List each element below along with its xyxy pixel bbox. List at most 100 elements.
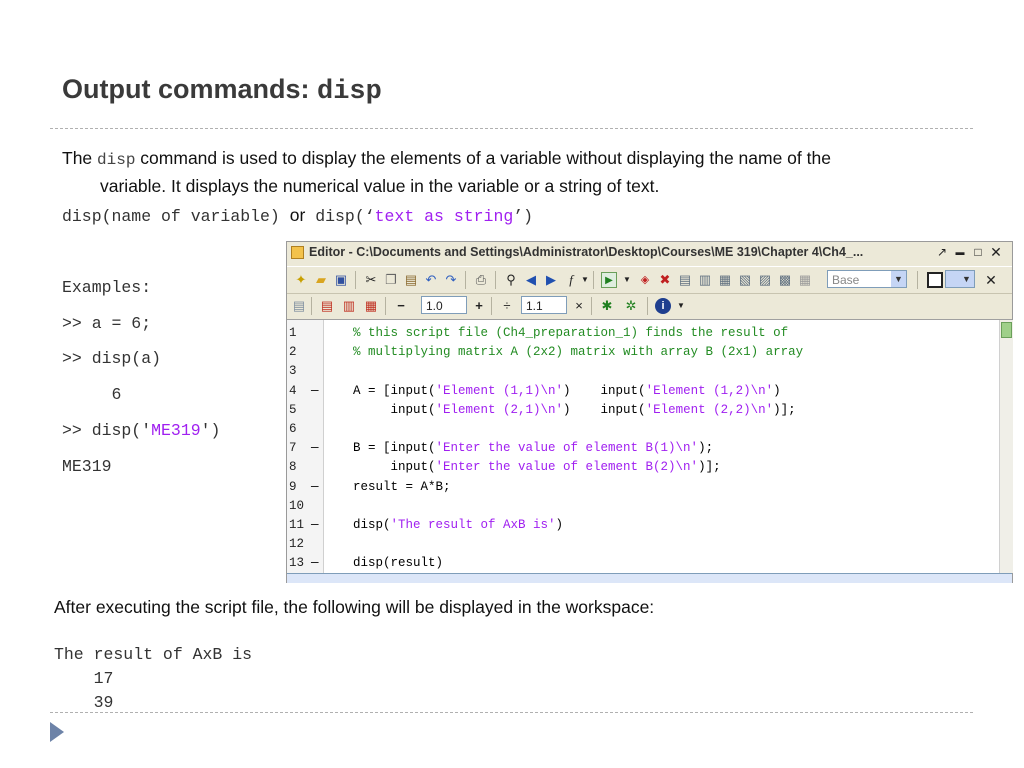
minimize-icon[interactable]: ▬ (953, 245, 967, 259)
close-document-icon[interactable]: ✕ (983, 272, 999, 288)
code-token: disp( (353, 518, 391, 532)
run-icon[interactable]: ▶ (601, 272, 617, 288)
code-token: ) (773, 383, 781, 398)
horizontal-scrollbar[interactable] (287, 573, 1012, 583)
save-icon[interactable]: ▣ (333, 272, 349, 288)
redo-icon[interactable]: ↷ (443, 272, 459, 288)
maximize-icon[interactable]: □ (971, 245, 985, 259)
stack-select[interactable]: Base ▼ (827, 270, 907, 288)
editor-titlebar[interactable]: Editor - C:\Documents and Settings\Admin… (287, 242, 1012, 264)
cell-mode-icon[interactable]: ▤ (291, 298, 307, 314)
stack-icon[interactable]: ▩ (777, 272, 793, 288)
line-number: 4 (289, 383, 297, 398)
code-token: result = A*B; (353, 479, 451, 494)
step-value-input-1[interactable]: 1.0 (421, 296, 467, 314)
eval-cell-prev-icon[interactable]: ▦ (363, 298, 379, 314)
undock-icon[interactable]: ↗ (935, 245, 949, 259)
code-text: A = [input('Element (1,1)\n') input('Ele… (353, 382, 781, 401)
undo-icon[interactable]: ↶ (423, 272, 439, 288)
copy-icon[interactable]: ❐ (383, 272, 399, 288)
chevron-down-icon[interactable]: ▼ (891, 271, 906, 287)
editor-title: Editor - C:\Documents and Settings\Admin… (309, 245, 864, 259)
help-dropdown-icon[interactable]: ▼ (673, 298, 689, 314)
examples-heading: Examples: (62, 278, 152, 297)
run-dropdown-icon[interactable]: ▼ (619, 272, 635, 288)
find-icon[interactable]: ⚲ (503, 272, 519, 288)
code-line[interactable]: 6 (287, 420, 999, 439)
dock-layout-icon[interactable] (927, 272, 943, 288)
toolbar-separator (491, 297, 492, 315)
code-line[interactable]: 12 (287, 535, 999, 554)
step-icon[interactable]: ▤ (677, 272, 693, 288)
next-slide-arrow-icon[interactable] (50, 722, 64, 742)
step-out-icon[interactable]: ▦ (717, 272, 733, 288)
stack-dropdown-icon[interactable]: ▦ (797, 272, 813, 288)
code-text: disp('The result of AxB is') (353, 516, 563, 535)
code-line[interactable]: 13 — disp(result) (287, 554, 999, 573)
code-line[interactable]: 1 % this script file (Ch4_preparation_1) … (287, 324, 999, 343)
intro-code: disp (97, 151, 136, 169)
code-line[interactable]: 10 (287, 497, 999, 516)
show-cell-titles-icon[interactable]: ✱ (599, 298, 615, 314)
step-value-input-2[interactable]: 1.1 (521, 296, 567, 314)
vertical-scroll-thumb[interactable] (1001, 322, 1012, 338)
code-line[interactable]: 2 % multiplying matrix A (2x2) matrix wit… (287, 343, 999, 362)
intro-prefix: The (62, 148, 98, 168)
example-line: ME319 (62, 457, 112, 476)
code-area[interactable]: 1 % this script file (Ch4_preparation_1) … (287, 320, 999, 573)
open-folder-icon[interactable]: ▰ (313, 272, 329, 288)
toolbar-separator (495, 271, 496, 289)
continue-icon[interactable]: ▧ (737, 272, 753, 288)
cut-icon[interactable]: ✂ (363, 272, 379, 288)
code-line[interactable]: 4 — A = [input('Element (1,1)\n') input('E… (287, 382, 999, 401)
eval-cell-advance-icon[interactable]: ▥ (341, 298, 357, 314)
code-line[interactable]: 8 input('Enter the value of element B(2)… (287, 458, 999, 477)
line-number: 2 (289, 345, 297, 360)
example-line: >> a = 6; (62, 314, 152, 333)
stack-select-value: Base (832, 273, 860, 287)
code-string: 'Enter the value of element B(1)\n' (435, 441, 699, 456)
close-icon[interactable]: ✕ (989, 245, 1003, 259)
eval-cell-icon[interactable]: ▤ (319, 298, 335, 314)
forward-arrow-icon[interactable]: ▶ (543, 272, 559, 288)
code-text: % multiplying matrix A (2x2) matrix with… (353, 343, 803, 362)
print-icon[interactable]: ⎙ (473, 272, 489, 288)
example-line: 6 (62, 385, 122, 404)
vertical-scrollbar[interactable] (999, 320, 1013, 573)
chevron-down-icon[interactable]: ▼ (959, 271, 974, 287)
code-token: )]; (773, 402, 796, 417)
example-line: >> disp('ME319') (62, 421, 220, 440)
code-line[interactable]: 9 — result = A*B; (287, 478, 999, 497)
clear-breakpoints-icon[interactable]: ✖ (657, 272, 673, 288)
toolbar-separator (311, 297, 312, 315)
after-execution-text: After executing the script file, the fol… (54, 597, 655, 617)
code-text: disp(result) (353, 554, 443, 573)
code-comment: % multiplying matrix A (2x2) matrix with… (353, 345, 804, 360)
cell-titles-icon[interactable]: ✲ (623, 298, 639, 314)
function-dropdown-icon[interactable]: ▼ (577, 272, 593, 288)
editor-app-icon (291, 246, 304, 259)
help-info-icon[interactable]: i (655, 298, 671, 314)
step-in-icon[interactable]: ▥ (697, 272, 713, 288)
code-line[interactable]: 7 — B = [input('Enter the value of element… (287, 439, 999, 458)
exit-debug-icon[interactable]: ▨ (757, 272, 773, 288)
code-text: input('Element (2,1)\n') input('Element … (353, 401, 796, 420)
step-value-2: 1.1 (526, 299, 543, 313)
layout-dropdown[interactable]: ▼ (945, 270, 975, 288)
code-comment: % this script file (Ch4_preparation_1) f… (353, 326, 789, 340)
code-line[interactable]: 3 (287, 362, 999, 381)
increment-icon[interactable]: + (471, 298, 487, 314)
code-line[interactable]: 5 input('Element (2,1)\n') input('Elemen… (287, 401, 999, 420)
new-file-icon[interactable]: ✦ (293, 272, 309, 288)
paste-icon[interactable]: ▤ (403, 272, 419, 288)
code-string: 'The result of AxB is' (390, 518, 556, 532)
divide-icon[interactable]: ÷ (499, 298, 515, 314)
back-arrow-icon[interactable]: ◀ (523, 272, 539, 288)
line-number: 8 (289, 460, 297, 475)
line-marker: — (311, 518, 319, 532)
output-line: The result of AxB is (54, 645, 253, 664)
decrement-icon[interactable]: − (393, 298, 409, 314)
code-line[interactable]: 11 — disp('The result of AxB is') (287, 516, 999, 535)
set-breakpoint-icon[interactable]: ◈ (637, 272, 653, 288)
multiply-icon[interactable]: × (571, 298, 587, 314)
